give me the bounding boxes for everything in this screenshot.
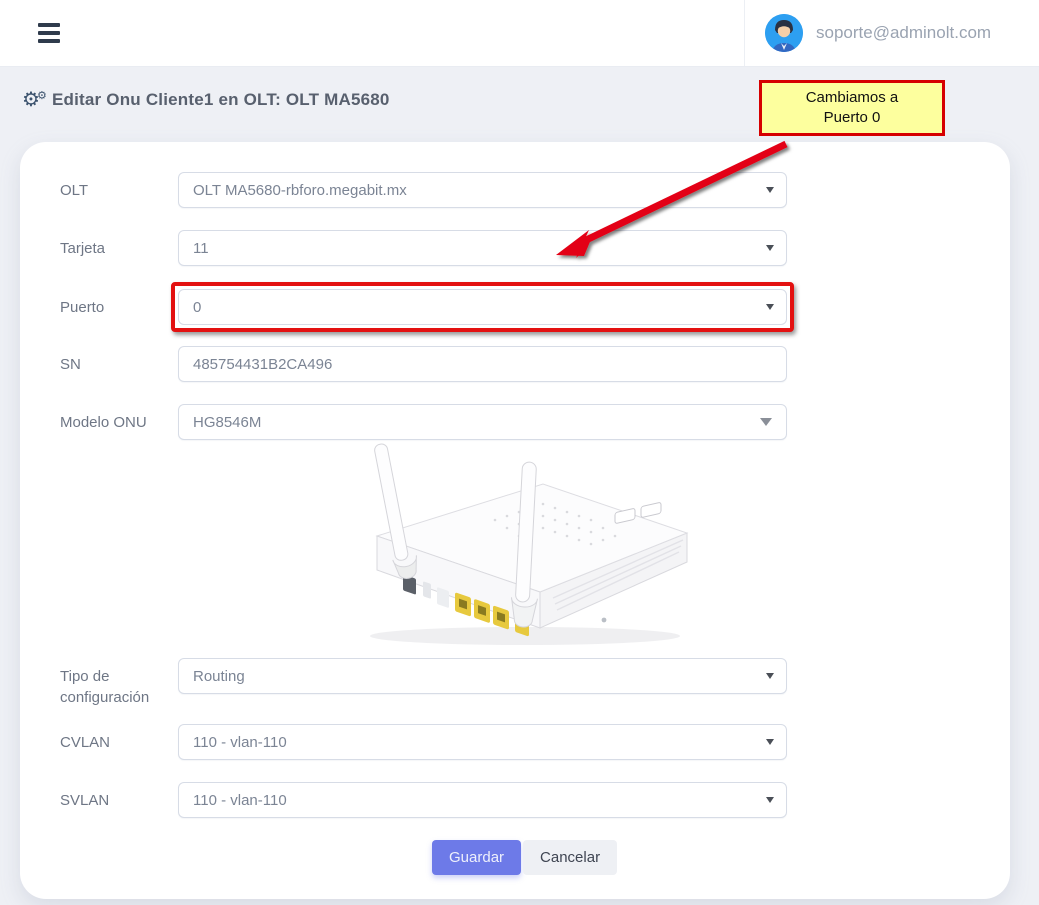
field-row-tarjeta: Tarjeta 11 <box>20 230 1010 266</box>
svlan-label: SVLAN <box>20 782 178 811</box>
svlan-select-value: 110 - vlan-110 <box>193 792 287 809</box>
annotation-callout: Cambiamos a Puerto 0 <box>759 80 945 136</box>
menu-bar <box>38 23 60 27</box>
field-row-modelo: Modelo ONU HG8546M <box>20 404 1010 440</box>
caret-down-icon <box>766 673 774 679</box>
topbar: soporte@adminolt.com <box>0 0 1039 67</box>
caret-down-icon <box>766 187 774 193</box>
field-row-tipo: Tipo de configuración Routing <box>20 658 1010 708</box>
puerto-label: Puerto <box>20 289 178 318</box>
field-row-cvlan: CVLAN 110 - vlan-110 <box>20 724 1010 760</box>
cvlan-select[interactable]: 110 - vlan-110 <box>178 724 787 760</box>
caret-down-icon <box>766 739 774 745</box>
modelo-onu-select[interactable]: HG8546M <box>178 404 787 440</box>
modelo-onu-label: Modelo ONU <box>20 404 178 433</box>
page-title-row: ⚙ ⚙ Editar Onu Cliente1 en OLT: OLT MA56… <box>22 90 390 110</box>
cog-glyph-small: ⚙ <box>37 86 47 106</box>
tarjeta-select-value: 11 <box>193 240 209 257</box>
huawei-onu-illustration <box>315 440 715 652</box>
puerto-select-value: 0 <box>193 299 201 316</box>
user-menu[interactable]: soporte@adminolt.com <box>744 0 1039 66</box>
olt-label: OLT <box>20 172 178 201</box>
caret-down-icon <box>766 245 774 251</box>
svlan-select[interactable]: 110 - vlan-110 <box>178 782 787 818</box>
form-actions: Guardar Cancelar <box>432 840 617 875</box>
caret-down-icon <box>760 418 772 426</box>
menu-bar <box>38 31 60 35</box>
puerto-highlight-box: 0 <box>171 282 794 332</box>
field-row-sn: SN <box>20 346 1010 382</box>
caret-down-icon <box>766 797 774 803</box>
modelo-onu-select-value: HG8546M <box>193 414 261 431</box>
menu-icon[interactable] <box>38 23 62 45</box>
cancel-button[interactable]: Cancelar <box>523 840 617 875</box>
cogs-icon: ⚙ ⚙ <box>22 90 52 110</box>
onu-product-image <box>20 440 1010 652</box>
tarjeta-select[interactable]: 11 <box>178 230 787 266</box>
user-email[interactable]: soporte@adminolt.com <box>816 23 991 43</box>
field-row-olt: OLT OLT MA5680-rbforo.megabit.mx <box>20 172 1010 208</box>
menu-bar <box>38 39 60 43</box>
puerto-select[interactable]: 0 <box>178 289 787 325</box>
sn-input[interactable] <box>178 346 787 382</box>
annotation-line2: Puerto 0 <box>824 108 881 128</box>
cvlan-select-value: 110 - vlan-110 <box>193 734 287 751</box>
caret-down-icon <box>766 304 774 310</box>
olt-select-value: OLT MA5680-rbforo.megabit.mx <box>193 182 407 199</box>
field-row-svlan: SVLAN 110 - vlan-110 <box>20 782 1010 818</box>
page-title: Editar Onu Cliente1 en OLT: OLT MA5680 <box>52 90 390 110</box>
save-button[interactable]: Guardar <box>432 840 521 875</box>
edit-onu-form-card: OLT OLT MA5680-rbforo.megabit.mx Tarjeta… <box>20 142 1010 899</box>
tipo-configuracion-select-value: Routing <box>193 668 245 685</box>
cvlan-label: CVLAN <box>20 724 178 753</box>
avatar-person-icon <box>765 14 803 52</box>
avatar <box>765 14 803 52</box>
olt-select[interactable]: OLT MA5680-rbforo.megabit.mx <box>178 172 787 208</box>
annotation-line1: Cambiamos a <box>806 88 899 108</box>
tipo-configuracion-label: Tipo de configuración <box>20 658 178 708</box>
field-row-puerto: Puerto 0 <box>20 289 1010 332</box>
tipo-configuracion-select[interactable]: Routing <box>178 658 787 694</box>
tarjeta-label: Tarjeta <box>20 230 178 259</box>
sn-label: SN <box>20 346 178 375</box>
